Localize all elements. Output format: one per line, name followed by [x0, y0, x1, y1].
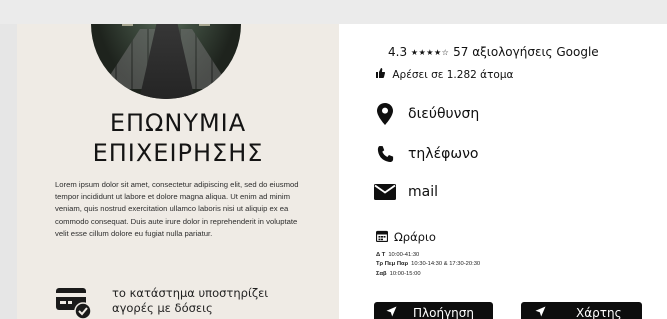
likes-label: Αρέσει σε 1.282 άτομα: [392, 69, 514, 81]
phone-icon: [374, 143, 396, 165]
rating-reviews: 57 αξιολογήσεις Google: [453, 45, 599, 59]
hours-row: Σαβ 10:00-15:00: [376, 270, 421, 277]
rating-score: 4.3: [388, 45, 408, 59]
hours-row: Δ Τ 10:00-41:30: [376, 252, 420, 258]
hours-row: Τρ Πεμ Παρ 10:30-14:30 & 17:30-20:30: [376, 261, 481, 268]
map-pin-icon: [374, 103, 396, 125]
top-strip: [0, 0, 667, 24]
mail-row[interactable]: mail: [374, 181, 438, 203]
likes-count: Αρέσει σε 1.282 άτομα: [375, 68, 513, 81]
mail-label: mail: [408, 184, 438, 200]
business-name-line2: ΕΠΙΧΕΙΡΗΣΗΣ: [92, 139, 264, 167]
address-label: διεύθυνση: [408, 106, 480, 122]
google-rating[interactable]: 4.3 ★★★★☆ 57 αξιολογήσεις Google: [388, 45, 599, 59]
credit-card-check-icon: [53, 286, 97, 319]
business-info-panel: ΕΠΩΝΥΜΙΑ ΕΠΙΧΕΙΡΗΣΗΣ Lorem ipsum dolor s…: [17, 24, 339, 319]
rating-stars-icon: ★★★★☆: [410, 48, 450, 57]
navigation-arrow-icon: [386, 306, 397, 319]
map-button-label: Χάρτης: [576, 306, 622, 319]
installments-line2: αγορές με δόσεις: [112, 301, 213, 315]
opening-hours-title: Ωράριο: [375, 227, 436, 246]
envelope-icon: [374, 181, 396, 203]
navigate-button-label: Πλοήγηση: [413, 306, 474, 319]
phone-row[interactable]: τηλέφωνο: [374, 143, 479, 165]
contact-panel: 4.3 ★★★★☆ 57 αξιολογήσεις Google Αρέσει …: [339, 24, 667, 319]
installments-note: το κατάστημα υποστηρίζει αγορές με δόσει…: [112, 286, 268, 316]
phone-label: τηλέφωνο: [408, 146, 479, 162]
thumbs-up-icon: [375, 68, 386, 81]
business-name: ΕΠΩΝΥΜΙΑ ΕΠΙΧΕΙΡΗΣΗΣ: [17, 108, 339, 168]
map-button[interactable]: Χάρτης: [521, 302, 642, 319]
navigate-button[interactable]: Πλοήγηση: [374, 302, 493, 319]
calendar-icon: [375, 227, 389, 246]
navigation-arrow-icon: [535, 306, 546, 319]
business-name-line1: ΕΠΩΝΥΜΙΑ: [109, 109, 247, 137]
address-row[interactable]: διεύθυνση: [374, 103, 479, 125]
opening-hours-list: Δ Τ 10:00-41:30 Τρ Πεμ Παρ 10:30-14:30 & 1…: [376, 251, 480, 279]
installments-line1: το κατάστημα υποστηρίζει: [112, 286, 269, 300]
business-description: Lorem ipsum dolor sit amet, consectetur …: [55, 180, 299, 238]
business-photo: [91, 24, 241, 99]
opening-hours-label: Ωράριο: [394, 229, 436, 244]
